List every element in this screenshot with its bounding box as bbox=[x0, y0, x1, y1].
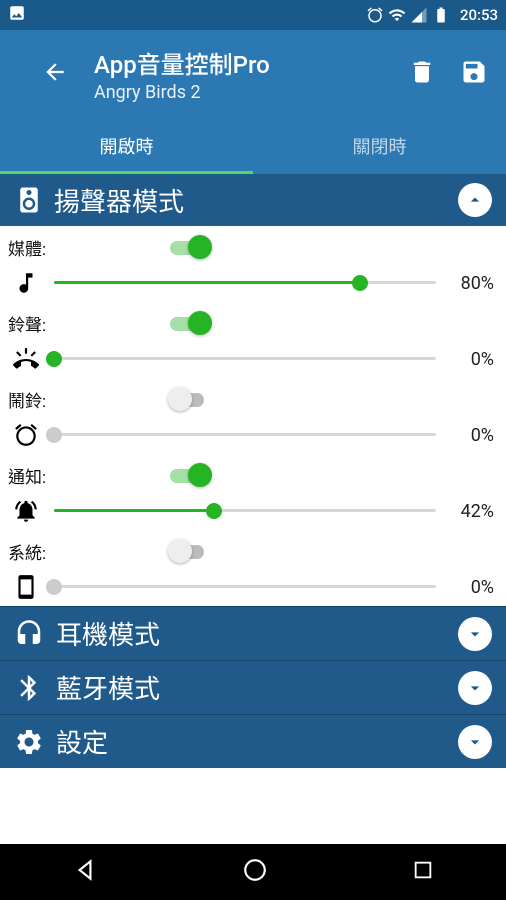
ring-volume-icon bbox=[8, 346, 44, 372]
alarm-toggle[interactable] bbox=[170, 387, 210, 411]
gear-icon bbox=[14, 727, 44, 757]
alarm-pct: 0% bbox=[446, 425, 498, 446]
tab-on-open[interactable]: 開啟時 bbox=[0, 118, 253, 174]
section-bluetooth[interactable]: 藍牙模式 bbox=[0, 660, 506, 714]
notif-pct: 42% bbox=[446, 501, 498, 522]
expand-icon[interactable] bbox=[458, 617, 492, 651]
phone-icon bbox=[8, 574, 44, 600]
music-note-icon bbox=[8, 270, 44, 296]
bell-icon bbox=[8, 498, 44, 524]
section-settings[interactable]: 設定 bbox=[0, 714, 506, 768]
media-label: 媒體: bbox=[8, 235, 54, 260]
expand-icon[interactable] bbox=[458, 671, 492, 705]
tabs: 開啟時 關閉時 bbox=[0, 118, 506, 174]
settings-label: 設定 bbox=[56, 723, 446, 760]
save-button[interactable] bbox=[460, 58, 488, 90]
section-speaker-header[interactable]: 揚聲器模式 bbox=[0, 174, 506, 226]
clock-time: 20:53 bbox=[460, 6, 498, 24]
system-pct: 0% bbox=[446, 577, 498, 598]
ring-label: 鈴聲: bbox=[8, 311, 54, 336]
status-bar: 20:53 bbox=[0, 0, 506, 30]
alarm-icon bbox=[366, 6, 384, 24]
android-navbar bbox=[0, 844, 506, 900]
app-bar: App音量控制Pro Angry Birds 2 bbox=[0, 30, 506, 118]
notif-toggle[interactable] bbox=[170, 463, 210, 487]
collapse-icon[interactable] bbox=[458, 183, 492, 217]
tab-indicator bbox=[0, 171, 253, 174]
section-headphone[interactable]: 耳機模式 bbox=[0, 606, 506, 660]
bluetooth-icon bbox=[14, 673, 44, 703]
alarm-slider[interactable] bbox=[54, 423, 436, 447]
bluetooth-label: 藍牙模式 bbox=[56, 669, 446, 706]
nav-recent[interactable] bbox=[412, 859, 434, 885]
nav-home[interactable] bbox=[242, 857, 268, 887]
system-label: 系統: bbox=[8, 539, 54, 564]
volume-notif: 通知: 42% bbox=[0, 454, 506, 530]
headphone-label: 耳機模式 bbox=[56, 615, 446, 652]
volume-alarm: 鬧鈴: 0% bbox=[0, 378, 506, 454]
volume-media: 媒體: 80% bbox=[0, 226, 506, 302]
media-toggle[interactable] bbox=[170, 235, 210, 259]
volume-system: 系統: 0% bbox=[0, 530, 506, 606]
system-slider[interactable] bbox=[54, 575, 436, 599]
volume-ring: 鈴聲: 0% bbox=[0, 302, 506, 378]
ring-slider[interactable] bbox=[54, 347, 436, 371]
alarm-clock-icon bbox=[8, 422, 44, 448]
delete-button[interactable] bbox=[408, 58, 436, 90]
ring-pct: 0% bbox=[446, 349, 498, 370]
headphones-icon bbox=[14, 619, 44, 649]
media-pct: 80% bbox=[446, 273, 498, 294]
notif-label: 通知: bbox=[8, 463, 54, 488]
system-toggle[interactable] bbox=[170, 539, 210, 563]
image-icon bbox=[8, 4, 26, 22]
section-speaker-label: 揚聲器模式 bbox=[54, 182, 448, 219]
ring-toggle[interactable] bbox=[170, 311, 210, 335]
battery-icon bbox=[432, 6, 450, 24]
app-subtitle: Angry Birds 2 bbox=[94, 82, 384, 103]
media-slider[interactable] bbox=[54, 271, 436, 295]
app-title: App音量控制Pro bbox=[94, 45, 384, 80]
speaker-icon bbox=[14, 185, 44, 215]
alarm-label: 鬧鈴: bbox=[8, 387, 54, 412]
back-button[interactable] bbox=[42, 59, 68, 89]
wifi-icon bbox=[388, 6, 406, 24]
signal-icon bbox=[410, 6, 428, 24]
tab-on-close[interactable]: 關閉時 bbox=[253, 118, 506, 174]
nav-back[interactable] bbox=[72, 857, 98, 887]
notif-slider[interactable] bbox=[54, 499, 436, 523]
expand-icon[interactable] bbox=[458, 725, 492, 759]
